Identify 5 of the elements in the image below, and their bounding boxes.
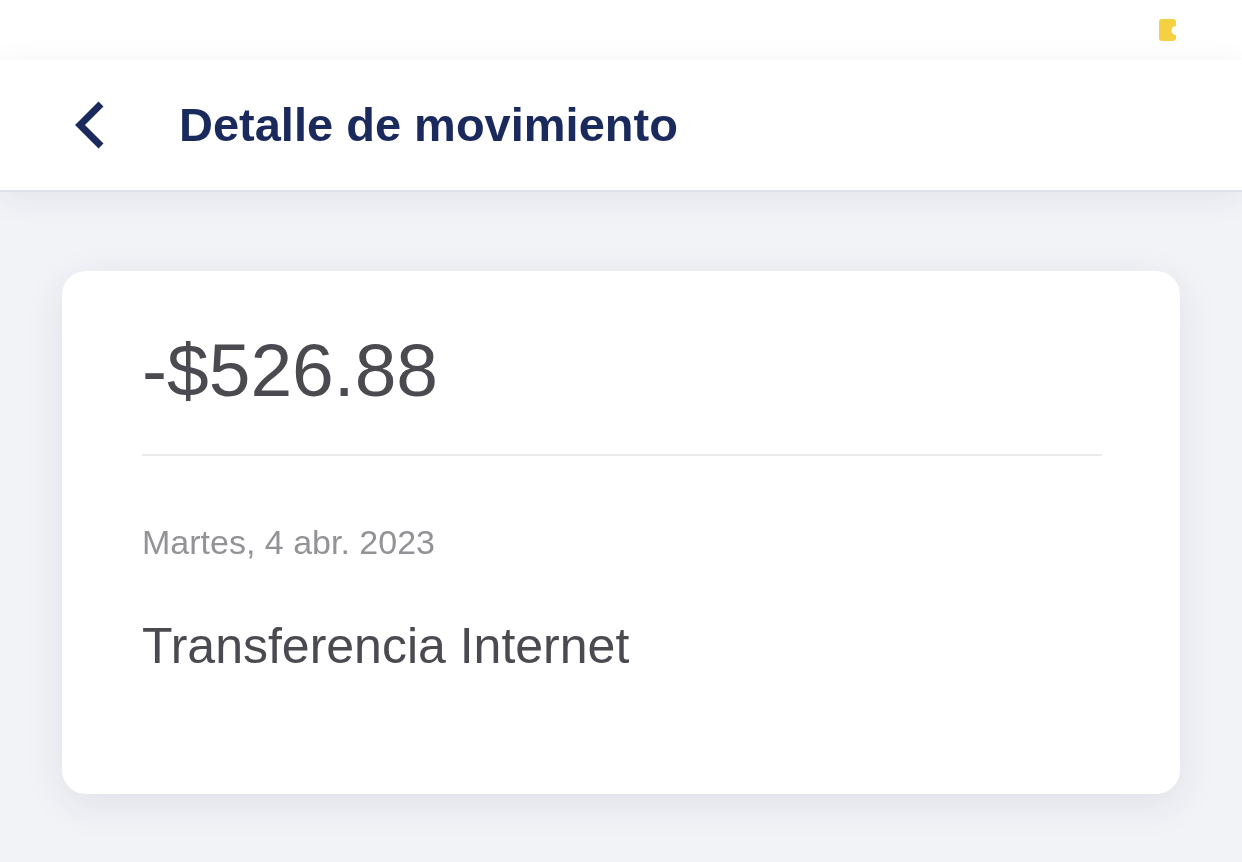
transaction-date: Martes, 4 abr. 2023 bbox=[142, 522, 436, 563]
transaction-amount: -$526.88 bbox=[142, 333, 440, 408]
status-icon bbox=[1159, 19, 1176, 41]
transaction-description: Transferencia Internet bbox=[142, 616, 631, 676]
page-title: Detalle de movimiento bbox=[179, 96, 678, 153]
